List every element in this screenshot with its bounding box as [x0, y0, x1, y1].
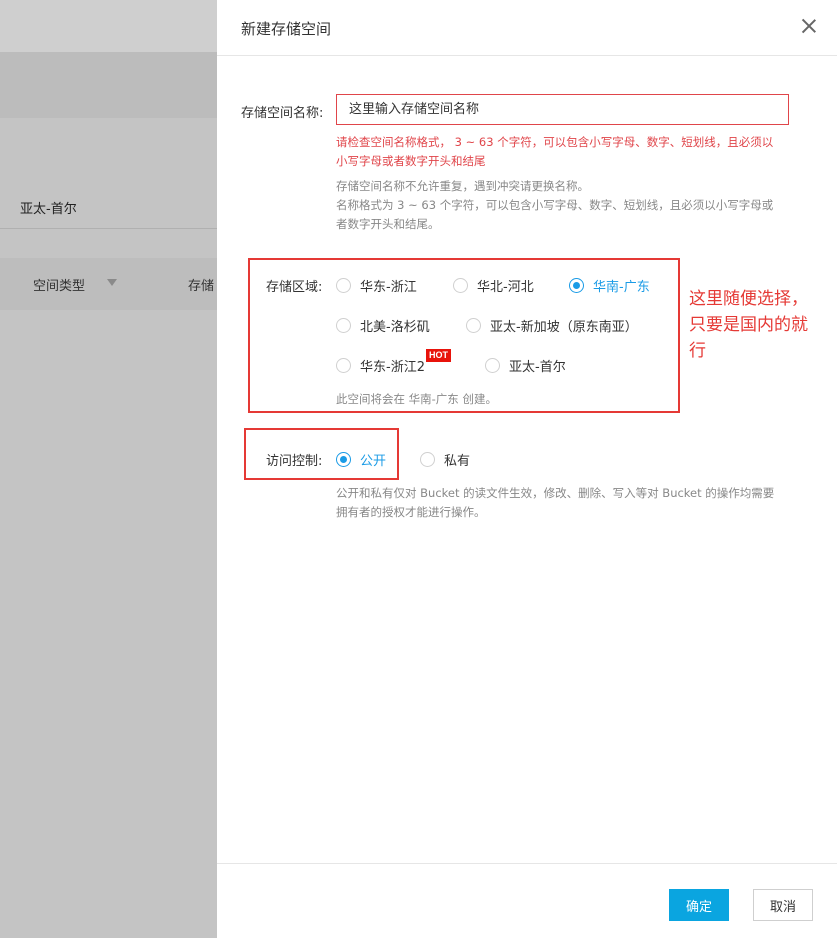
annotation-note: 这里随便选择， 只要是国内的就 行 — [689, 286, 834, 364]
annotation-line: 这里随便选择， — [689, 289, 808, 309]
help-line: 者数字开头和结尾。 — [336, 217, 440, 231]
error-line: 小写字母或者数字开头和结尾 — [336, 154, 486, 168]
bucket-name-input[interactable] — [336, 94, 789, 125]
background-divider — [0, 228, 217, 229]
background-topbar — [0, 0, 217, 52]
help-line: 名称格式为 3 ~ 63 个字符，可以包含小写字母、数字、短划线，且必须以小写字… — [336, 198, 774, 212]
bucket-name-label: 存储空间名称: — [241, 106, 324, 121]
help-line: 存储空间名称不允许重复，遇到冲突请更换名称。 — [336, 179, 589, 193]
footer-divider — [217, 863, 837, 864]
background-region-label: 亚太-首尔 — [20, 202, 77, 217]
filter-icon — [107, 279, 117, 286]
access-option-label: 私有 — [444, 454, 471, 469]
bucket-name-help: 存储空间名称不允许重复，遇到冲突请更换名称。 名称格式为 3 ~ 63 个字符，… — [336, 177, 796, 234]
background-col-space-type: 空间类型 — [33, 279, 86, 294]
access-help: 公开和私有仅对 Bucket 的读文件生效，修改、删除、写入等对 Bucket … — [336, 484, 796, 522]
radio-icon — [420, 452, 435, 467]
background-col-storage: 存储 — [188, 279, 215, 294]
access-highlight-box — [244, 428, 399, 480]
annotation-line: 只要是国内的就 — [689, 315, 808, 335]
header-divider — [217, 55, 837, 56]
close-icon[interactable] — [799, 16, 819, 36]
annotation-line: 行 — [689, 341, 706, 361]
panel-title: 新建存储空间 — [241, 20, 332, 38]
bucket-name-error: 请检查空间名称格式， 3 ~ 63 个字符，可以包含小写字母、数字、短划线，且必… — [336, 133, 796, 171]
help-line: 拥有者的授权才能进行操作。 — [336, 505, 486, 519]
region-highlight-box — [248, 258, 680, 413]
confirm-button[interactable]: 确定 — [669, 889, 729, 921]
error-line: 请检查空间名称格式， 3 ~ 63 个字符，可以包含小写字母、数字、短划线，且必… — [336, 135, 774, 149]
background-banner — [0, 52, 217, 118]
help-line: 公开和私有仅对 Bucket 的读文件生效，修改、删除、写入等对 Bucket … — [336, 486, 775, 500]
cancel-button[interactable]: 取消 — [753, 889, 813, 921]
access-option-private[interactable]: 私有 — [420, 450, 470, 469]
